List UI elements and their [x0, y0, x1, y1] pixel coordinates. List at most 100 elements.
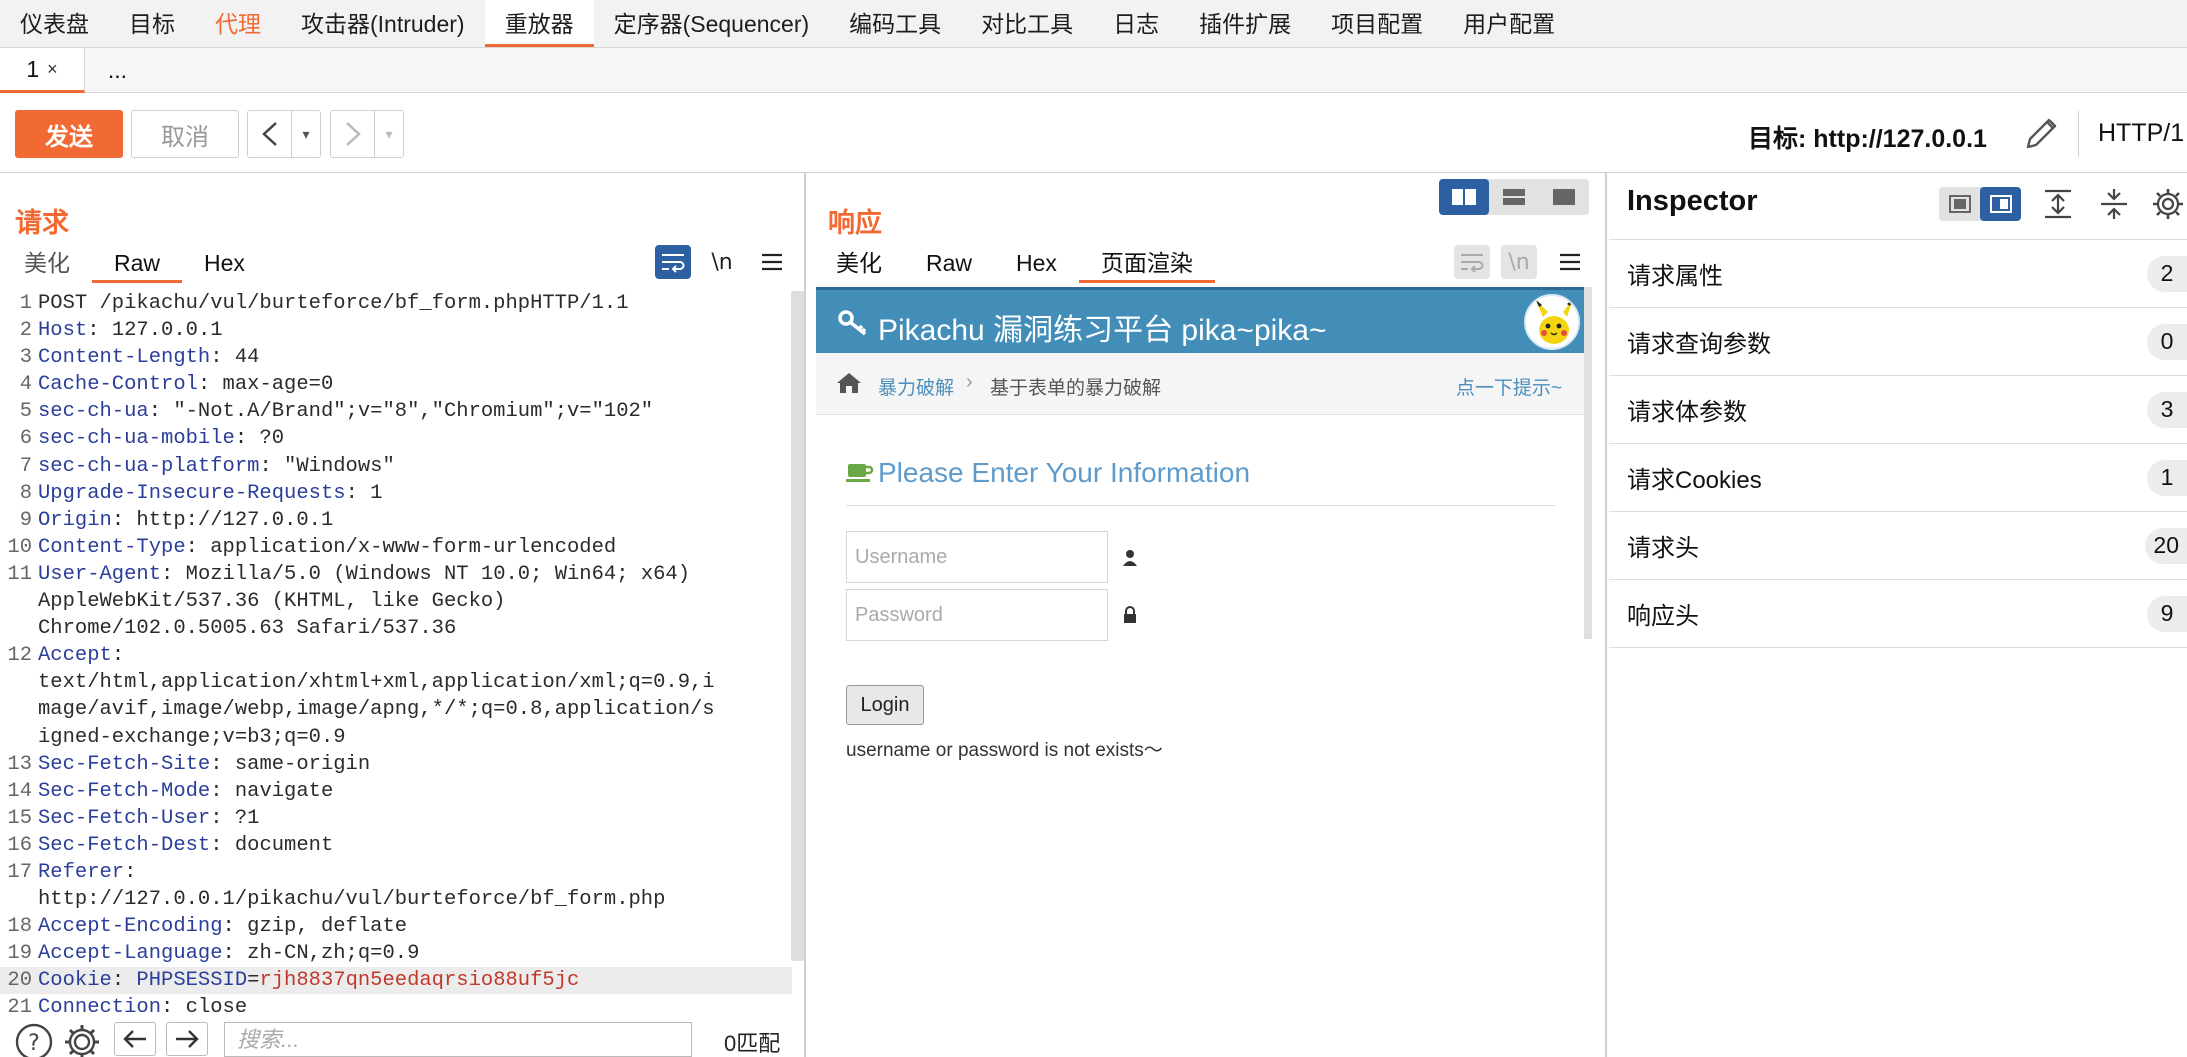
settings-gear-icon[interactable] — [62, 1022, 102, 1057]
line-content: Connection: close — [38, 994, 247, 1018]
forward-button[interactable] — [331, 111, 375, 157]
breadcrumb-brute-force[interactable]: 暴力破解 — [878, 373, 954, 400]
request-editor[interactable]: 1 POST /pikachu/vul/burteforce/bf_form.ph… — [0, 290, 792, 1018]
line-number: 18 — [7, 915, 32, 939]
editor-line: mage/avif,image/webp,image/apng,*/*;q=0.… — [0, 696, 792, 723]
repeater-tab-1[interactable]: 1 × — [0, 48, 85, 93]
home-icon[interactable] — [836, 372, 862, 394]
line-text: Chrome/102.0.5005.63 Safari/537.36 — [38, 617, 457, 641]
line-number: 16 — [7, 833, 32, 857]
editor-line: 8 Upgrade-Insecure-Requests: 1 — [0, 480, 792, 507]
line-content: Cookie: PHPSESSID=rjh8837qn5eedaqrsio88u… — [38, 967, 579, 994]
http-version-label[interactable]: HTTP/1 — [2098, 119, 2184, 148]
hint-link[interactable]: 点一下提示~ — [1456, 373, 1562, 400]
pikachu-site-title[interactable]: Pikachu 漏洞练习平台 pika~pika~ — [878, 305, 1327, 349]
inspector-row-query-params[interactable]: 请求查询参数 0 — [1609, 308, 2187, 376]
inspector-row-request-headers[interactable]: 请求头 20 — [1609, 512, 2187, 580]
username-input[interactable]: Username — [846, 531, 1108, 583]
inspector-settings-gear-icon[interactable] — [2151, 187, 2185, 221]
search-prev-button[interactable] — [114, 1022, 156, 1056]
cancel-button[interactable]: 取消 — [131, 110, 239, 158]
menu-target[interactable]: 目标 — [109, 0, 195, 47]
request-search-bar: ? 搜索... 0匹配 — [0, 1018, 806, 1057]
search-next-button[interactable] — [166, 1022, 208, 1056]
line-text: AppleWebKit/537.36 (KHTML, like Gecko) — [38, 590, 506, 614]
layout-toggle-group — [1439, 179, 1589, 215]
menu-logger[interactable]: 日志 — [1093, 0, 1179, 47]
header-colon: : — [345, 481, 371, 505]
menu-repeater[interactable]: 重放器 — [484, 0, 594, 47]
request-title: 请求 — [15, 208, 69, 238]
menu-decoder[interactable]: 编码工具 — [829, 0, 961, 47]
header-colon: : — [222, 915, 248, 939]
header-colon: : — [210, 346, 235, 370]
menu-proxy[interactable]: 代理 — [195, 0, 281, 47]
inspector-layout-left-icon[interactable] — [1939, 187, 1980, 221]
menu-project-options[interactable]: 项目配置 — [1311, 0, 1443, 47]
newline-toggle-button[interactable]: \n — [1501, 245, 1537, 279]
line-number — [0, 696, 38, 723]
word-wrap-icon[interactable] — [655, 245, 691, 279]
line-number: 1 — [19, 292, 32, 315]
menu-intruder[interactable]: 攻击器(Intruder) — [281, 0, 485, 47]
edit-target-icon[interactable] — [2020, 113, 2062, 155]
back-button[interactable] — [248, 111, 292, 157]
layout-top-bottom-icon[interactable] — [1489, 179, 1539, 215]
tab-response-raw[interactable]: Raw — [904, 243, 994, 283]
inspector-row-count: 3 — [2147, 391, 2187, 428]
forward-history-dropdown[interactable]: ▾ — [375, 111, 403, 157]
new-tab-button[interactable]: ... — [85, 48, 150, 93]
user-icon — [1122, 549, 1138, 567]
back-history-dropdown[interactable]: ▾ — [292, 111, 320, 157]
newline-toggle-button[interactable]: \n — [704, 245, 740, 279]
menu-comparer[interactable]: 对比工具 — [961, 0, 1093, 47]
inspector-row-count: 2 — [2147, 255, 2187, 292]
line-content: Accept: — [38, 642, 124, 669]
request-scrollbar[interactable] — [791, 291, 804, 961]
menu-user-options[interactable]: 用户配置 — [1443, 0, 1575, 47]
header-value: 1 — [370, 481, 383, 505]
menu-sequencer[interactable]: 定序器(Sequencer) — [594, 0, 830, 47]
help-icon[interactable]: ? — [14, 1022, 54, 1057]
inspector-row-response-headers[interactable]: 响应头 9 — [1609, 580, 2187, 648]
tab-request-pretty[interactable]: 美化 — [2, 243, 92, 283]
hamburger-menu-icon[interactable] — [1552, 245, 1588, 279]
header-name: Sec-Fetch-Dest — [38, 833, 211, 857]
menu-extensions[interactable]: 插件扩展 — [1179, 0, 1311, 47]
login-button[interactable]: Login — [846, 685, 924, 725]
editor-line: AppleWebKit/537.36 (KHTML, like Gecko) — [0, 588, 792, 615]
header-colon: : — [234, 427, 260, 451]
inspector-row-request-attributes[interactable]: 请求属性 2 — [1609, 240, 2187, 308]
header-value: max-age=0 — [222, 373, 334, 397]
tab-response-hex[interactable]: Hex — [994, 243, 1079, 283]
search-match-count: 0匹配 — [724, 1031, 781, 1056]
inspector-layout-right-icon[interactable] — [1980, 187, 2021, 221]
tab-response-pretty[interactable]: 美化 — [814, 243, 904, 283]
line-text: POST /pikachu/vul/burteforce/bf_form.php… — [38, 292, 629, 315]
tab-request-hex[interactable]: Hex — [182, 243, 267, 283]
tab-close-icon[interactable]: × — [47, 48, 58, 91]
tab-request-raw[interactable]: Raw — [92, 243, 183, 283]
layout-tabs-icon[interactable] — [1539, 179, 1589, 215]
menu-dashboard[interactable]: 仪表盘 — [0, 0, 109, 47]
collapse-all-icon[interactable] — [2097, 187, 2131, 221]
inspector-row-cookies[interactable]: 请求Cookies 1 — [1609, 444, 2187, 512]
line-content: Cache-Control: max-age=0 — [38, 371, 333, 398]
layout-side-by-side-icon[interactable] — [1439, 179, 1489, 215]
header-name: Sec-Fetch-Mode — [38, 779, 211, 803]
response-view-tabs: 美化 Raw Hex 页面渲染 — [814, 243, 1215, 283]
tab-response-render[interactable]: 页面渲染 — [1078, 243, 1215, 283]
send-button[interactable]: 发送 — [15, 110, 123, 158]
word-wrap-icon[interactable] — [1454, 245, 1490, 279]
header-value: application/x-www-form-urlencoded — [210, 535, 617, 559]
hamburger-menu-icon[interactable] — [754, 245, 790, 279]
arrow-left-icon — [123, 1030, 146, 1048]
line-content: Sec-Fetch-Site: same-origin — [38, 751, 370, 778]
history-back-group: ▾ — [247, 110, 321, 158]
line-content: Accept-Encoding: gzip, deflate — [38, 913, 407, 940]
request-search-input[interactable]: 搜索... — [224, 1022, 692, 1057]
password-input[interactable]: Password — [846, 589, 1108, 641]
expand-all-icon[interactable] — [2041, 187, 2075, 221]
render-scrollbar[interactable] — [1584, 287, 1592, 639]
inspector-row-body-params[interactable]: 请求体参数 3 — [1609, 376, 2187, 444]
